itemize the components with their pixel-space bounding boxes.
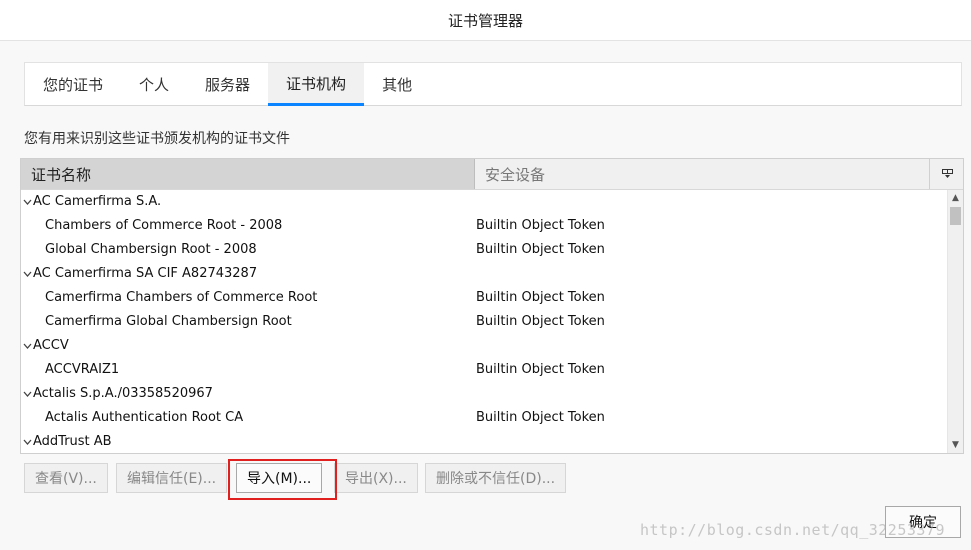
view-button[interactable]: 查看(V)...: [24, 463, 108, 493]
cert-name: Actalis S.p.A./03358520967: [23, 382, 213, 407]
chevron-down-icon[interactable]: [23, 191, 33, 215]
cert-name: Camerfirma Global Chambersign Root: [45, 310, 292, 334]
tab-servers[interactable]: 服务器: [187, 63, 268, 106]
cert-name: AC Camerfirma S.A.: [23, 190, 161, 215]
tree-child-row[interactable]: Camerfirma Chambers of Commerce Root Buil…: [21, 286, 947, 310]
security-device: Builtin Object Token: [476, 242, 605, 257]
tree-child-row[interactable]: ACCVRAIZ1 Builtin Object Token: [21, 358, 947, 382]
tree-group-row[interactable]: ACCV: [21, 334, 947, 358]
cert-name-text: AddTrust AB: [33, 434, 112, 449]
cert-name-text: ACCVRAIZ1: [45, 362, 120, 377]
window-title: 证书管理器: [447, 11, 523, 30]
cert-name: ACCV: [23, 334, 69, 359]
cert-name-text: ACCV: [33, 338, 69, 353]
watermark: http://blog.csdn.net/qq_32253379: [640, 521, 945, 539]
chevron-down-icon[interactable]: [23, 335, 33, 359]
cert-name: ACCVRAIZ1: [45, 358, 119, 382]
tree-group-row[interactable]: AC Camerfirma S.A.: [21, 190, 947, 214]
cert-name-text: Actalis Authentication Root CA: [45, 410, 244, 425]
tree-group-row[interactable]: AddTrust AB: [21, 430, 947, 453]
cert-name: Actalis Authentication Root CA: [45, 406, 243, 430]
title-bar: 证书管理器: [0, 0, 971, 41]
chevron-down-icon[interactable]: [23, 431, 33, 453]
column-header-security-device[interactable]: 安全设备: [476, 159, 930, 189]
tab-others[interactable]: 其他: [364, 63, 430, 106]
import-button[interactable]: 导入(M)...: [236, 463, 323, 493]
cert-name-text: Chambers of Commerce Root - 2008: [45, 218, 283, 233]
tree-group-row[interactable]: Actalis S.p.A./03358520967: [21, 382, 947, 406]
cert-name-text: AC Camerfirma SA CIF A82743287: [33, 266, 258, 281]
scroll-thumb[interactable]: [950, 207, 961, 225]
cert-name: Global Chambersign Root - 2008: [45, 238, 257, 262]
column-picker-icon[interactable]: [931, 159, 963, 189]
cert-name: Camerfirma Chambers of Commerce Root: [45, 286, 317, 310]
delete-distrust-button[interactable]: 删除或不信任(D)...: [425, 463, 567, 493]
scroll-down-icon[interactable]: ▼: [948, 437, 963, 453]
tree-child-row[interactable]: Camerfirma Global Chambersign Root Builti…: [21, 310, 947, 334]
tab-authorities[interactable]: 证书机构: [268, 63, 365, 106]
security-device: Builtin Object Token: [476, 314, 605, 329]
edit-trust-button[interactable]: 编辑信任(E)...: [116, 463, 228, 493]
tree-header: 证书名称 安全设备: [21, 159, 963, 190]
security-device: Builtin Object Token: [476, 290, 605, 305]
authorities-description: 您有用来识别这些证书颁发机构的证书文件: [24, 131, 290, 147]
tree-group-row[interactable]: AC Camerfirma SA CIF A82743287: [21, 262, 947, 286]
cert-name-text: Actalis S.p.A./03358520967: [33, 386, 213, 401]
scroll-up-icon[interactable]: ▲: [948, 190, 963, 206]
tab-people[interactable]: 个人: [121, 63, 187, 106]
cert-name-text: Camerfirma Global Chambersign Root: [45, 314, 292, 329]
column-header-cert-name[interactable]: 证书名称: [21, 159, 475, 189]
cert-name: AC Camerfirma SA CIF A82743287: [23, 262, 257, 287]
security-device: Builtin Object Token: [476, 410, 605, 425]
tree-child-row[interactable]: Actalis Authentication Root CA Builtin Ob…: [21, 406, 947, 430]
cert-name-text: Global Chambersign Root - 2008: [45, 242, 257, 257]
certificate-tree[interactable]: 证书名称 安全设备 AC Camerfirma S.A. Chambers of …: [20, 158, 964, 454]
security-device: Builtin Object Token: [476, 362, 605, 377]
security-device: Builtin Object Token: [476, 218, 605, 233]
tree-rows: AC Camerfirma S.A. Chambers of Commerce R…: [21, 190, 947, 453]
chevron-down-icon[interactable]: [23, 383, 33, 407]
cert-name: AddTrust AB: [23, 430, 112, 453]
tab-your-certificates[interactable]: 您的证书: [25, 63, 121, 106]
tree-child-row[interactable]: Chambers of Commerce Root - 2008 Builtin …: [21, 214, 947, 238]
cert-name-text: Camerfirma Chambers of Commerce Root: [45, 290, 318, 305]
cert-name-text: AC Camerfirma S.A.: [33, 194, 162, 209]
tab-bar: 您的证书 个人 服务器 证书机构 其他: [24, 62, 962, 106]
cert-name: Chambers of Commerce Root - 2008: [45, 214, 282, 238]
vertical-scrollbar[interactable]: ▲ ▼: [947, 190, 963, 453]
chevron-down-icon[interactable]: [23, 263, 33, 287]
tree-child-row[interactable]: Global Chambersign Root - 2008 Builtin Ob…: [21, 238, 947, 262]
export-button[interactable]: 导出(X)...: [334, 463, 418, 493]
